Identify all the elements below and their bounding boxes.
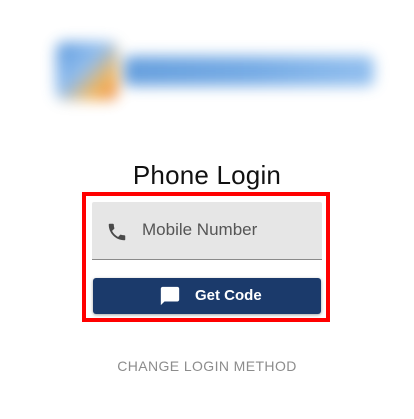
login-screen: Phone Login Mobile Number Get Code CHANG… [0, 0, 414, 419]
page-title: Phone Login [132, 160, 282, 190]
phone-icon [106, 221, 128, 243]
mobile-number-placeholder: Mobile Number [142, 220, 258, 239]
message-icon [159, 285, 181, 307]
get-code-button[interactable]: Get Code [93, 278, 321, 314]
get-code-label: Get Code [195, 287, 262, 304]
logo-wordmark [124, 56, 374, 86]
mobile-number-field[interactable]: Mobile Number [92, 202, 322, 260]
logo-mark [56, 42, 118, 100]
app-logo [46, 30, 382, 112]
change-login-method-link[interactable]: CHANGE LOGIN METHOD [0, 358, 414, 374]
